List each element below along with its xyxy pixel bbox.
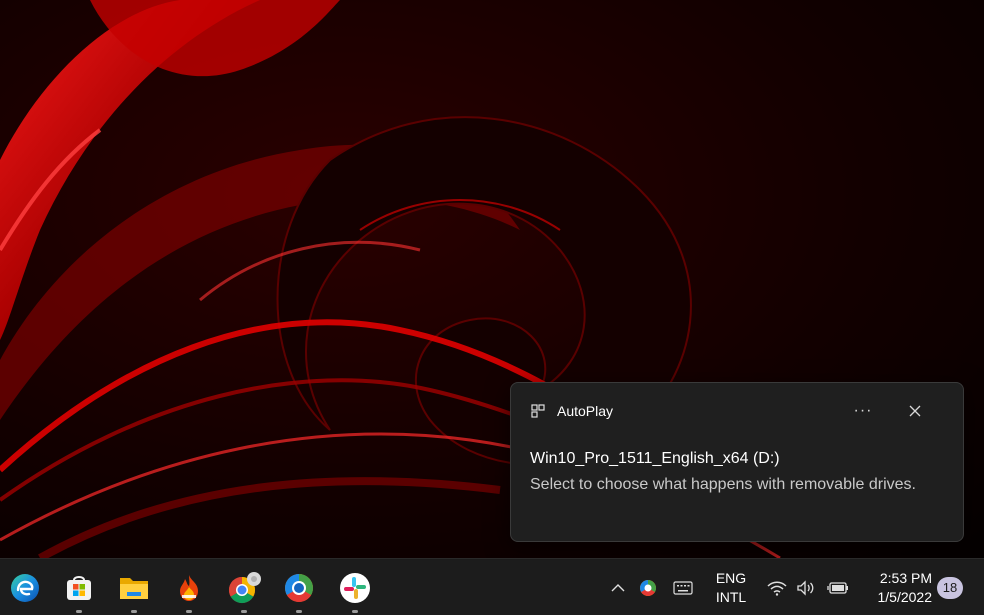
taskbar-app-chrome[interactable] [220,559,268,615]
store-icon [67,575,91,600]
autoplay-notification[interactable]: AutoPlay ··· Win10_Pro_1511_English_x64 … [510,382,964,542]
touch-keyboard-button[interactable] [670,559,696,615]
keyboard-layout: INTL [715,589,747,605]
tray-app[interactable] [636,559,660,615]
chrome-canary-icon [285,573,313,602]
running-indicator [352,610,358,613]
close-icon [909,405,921,417]
taskbar-app-edge[interactable] [1,559,49,615]
close-button[interactable] [901,397,929,425]
taskbar-app-slack[interactable] [331,559,379,615]
battery-charging-icon [827,581,848,594]
taskbar-app-file-explorer[interactable] [110,559,158,615]
taskbar: ENG INTL 2:53 PM 1/5/2022 [0,558,984,615]
show-hidden-icons-button[interactable] [606,559,630,615]
notification-body: Select to choose what happens with remov… [530,476,916,493]
network-button[interactable] [766,559,788,615]
running-indicator [76,610,82,613]
chevron-up-icon [611,583,625,591]
running-indicator [241,610,247,613]
running-indicator [186,610,192,613]
taskbar-app-flame[interactable] [165,559,213,615]
folder-icon [120,577,148,599]
chrome-canary-tray-icon [640,579,656,596]
keyboard-icon [673,580,693,595]
more-options-button[interactable]: ··· [851,397,875,425]
wifi-icon [767,581,787,596]
chrome-icon [228,571,261,603]
clock-time: 2:53 PM [879,570,932,586]
taskbar-app-microsoft-store[interactable] [55,559,103,615]
clock[interactable]: 2:53 PM 1/5/2022 [862,569,933,607]
battery-button[interactable] [825,559,851,615]
running-indicator [296,610,302,613]
language-code: ENG [715,570,747,586]
volume-button[interactable] [795,559,817,615]
taskbar-app-chrome-canary[interactable] [275,559,323,615]
notification-app-name: AutoPlay [557,403,614,419]
input-language-indicator[interactable]: ENG INTL [706,569,756,607]
edge-icon [11,573,39,602]
volume-icon [797,579,814,596]
clock-date: 1/5/2022 [877,589,933,605]
notification-header: AutoPlay ··· [531,397,943,425]
slack-icon [340,572,370,603]
flame-icon [180,574,198,601]
autoplay-icon [531,404,545,418]
running-indicator [131,610,137,613]
notification-count-badge[interactable]: 18 [937,577,963,599]
notification-title: Win10_Pro_1511_English_x64 (D:) [530,450,780,467]
